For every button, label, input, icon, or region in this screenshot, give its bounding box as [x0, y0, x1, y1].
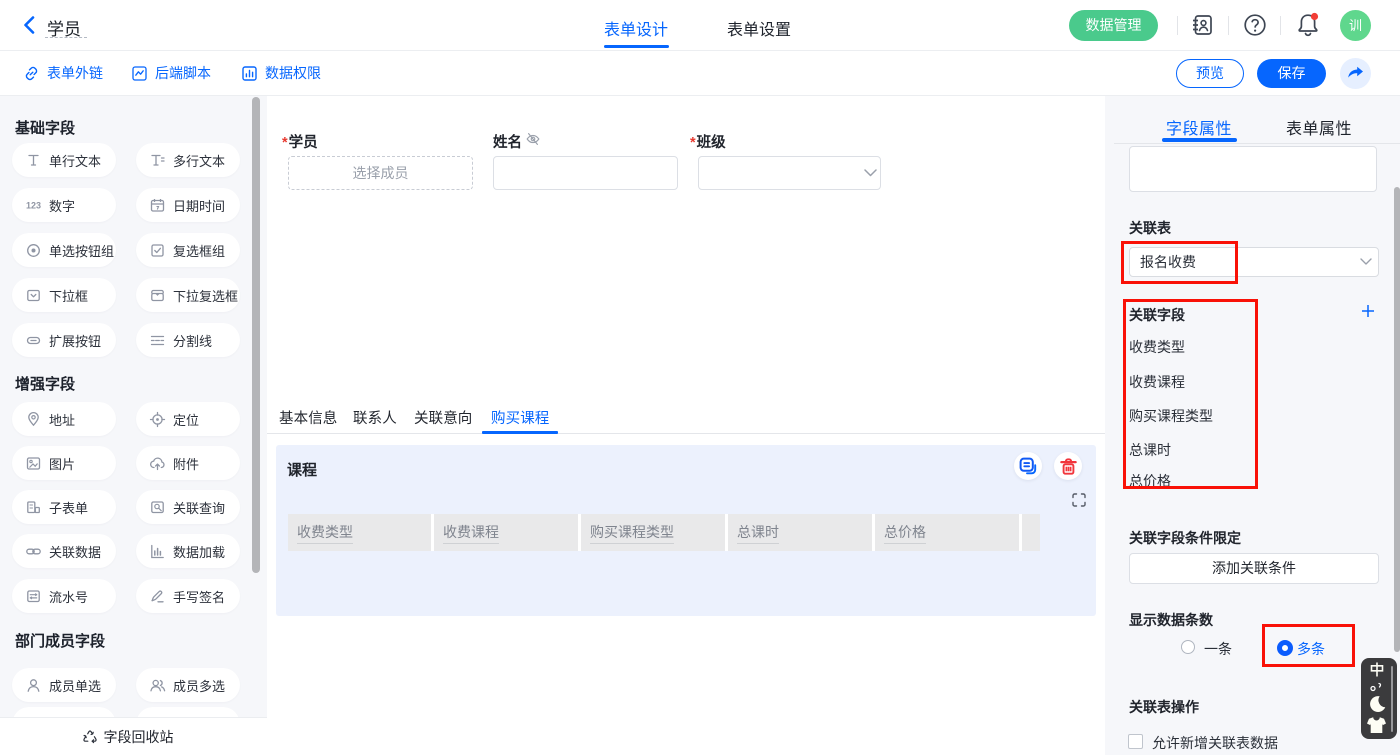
svg-text:123: 123	[26, 200, 41, 210]
